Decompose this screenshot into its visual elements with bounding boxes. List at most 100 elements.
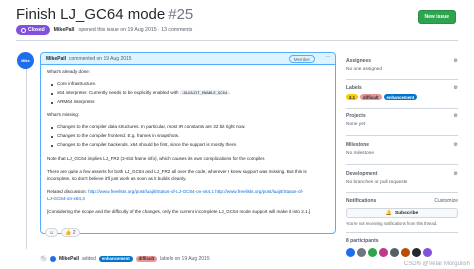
- avatar[interactable]: Mike: [17, 52, 34, 69]
- timeline-line: [26, 64, 27, 249]
- participants-section: 8 participants: [346, 238, 458, 257]
- header-divider: [16, 40, 458, 41]
- labels-section[interactable]: Labels ⚙ 2.1 difficult enhancement: [346, 85, 458, 100]
- comment-body: What's already done: Core infrastructure…: [41, 65, 335, 214]
- event-author-link[interactable]: MikePall: [59, 256, 79, 262]
- milestone-heading: Milestone: [346, 142, 370, 148]
- issue-number: #25: [168, 6, 194, 23]
- sidebar-divider: [346, 164, 458, 165]
- related-prefix: Related discussion:: [47, 189, 87, 194]
- projects-heading-row: Projects ⚙: [346, 113, 458, 119]
- bullet-icon: [51, 102, 53, 104]
- milestone-section[interactable]: Milestone ⚙ No milestone: [346, 142, 458, 156]
- reactions-bar: ☺ 👍 2: [45, 228, 80, 237]
- tag-icon: 🏷: [40, 255, 47, 262]
- assignees-value: No one assigned: [346, 67, 383, 72]
- gear-icon[interactable]: ⚙: [454, 85, 458, 91]
- event-added: added: [82, 255, 96, 262]
- assignees-section[interactable]: Assignees ⚙ No one assigned: [346, 58, 458, 72]
- closed-state-icon: [21, 27, 26, 33]
- gear-icon[interactable]: ⚙: [454, 142, 458, 148]
- status-badge-label: Closed: [28, 27, 45, 33]
- missing-item-2: Changes to the compiler frontend. E.g. f…: [57, 133, 180, 138]
- participant-avatar[interactable]: [346, 248, 355, 257]
- missing-item-1: Changes to the compiler data structures.…: [57, 124, 246, 129]
- bell-icon: 🔔: [385, 210, 393, 216]
- bullet-icon: [51, 84, 53, 86]
- asserts-paragraph-line-2: incomplete, so don't believe it'll just …: [47, 176, 187, 181]
- sidebar-labels: 2.1 difficult enhancement: [346, 94, 458, 100]
- thumbs-up-reaction[interactable]: 👍 2: [61, 228, 80, 237]
- missing-heading: What's missing:: [47, 112, 80, 117]
- subscribe-button[interactable]: 🔔 Subscribe: [346, 208, 458, 218]
- gear-icon[interactable]: ⚙: [454, 171, 458, 177]
- bullet-icon: [51, 93, 53, 95]
- related-link-2-cont[interactable]: LJ-GC64-on-x64,3: [47, 196, 85, 202]
- event-suffix: labels on 19 Aug 2015: [160, 255, 210, 262]
- issue-comment: MikePall commented on 19 Aug 2015 Member…: [40, 52, 336, 234]
- issue-meta-text: opened this issue on 19 Aug 2015 · 13 co…: [78, 27, 193, 33]
- csdn-watermark: CSDN @Velar Morgulish: [403, 261, 470, 267]
- issue-meta: Closed MikePall opened this issue on 19 …: [16, 25, 192, 35]
- participant-avatar[interactable]: [401, 248, 410, 257]
- new-issue-button[interactable]: New issue: [417, 10, 456, 24]
- sidebar-label-difficult[interactable]: difficult: [359, 94, 382, 100]
- sidebar-divider: [346, 135, 458, 136]
- development-heading-row: Development ⚙: [346, 171, 458, 177]
- related-link-2[interactable]: http://www.freelists.org/post/luajit/Sta…: [215, 189, 303, 194]
- bullet-icon: [51, 127, 53, 129]
- label-event: 🏷 MikePall added enhancement difficult l…: [40, 254, 210, 263]
- participant-avatar[interactable]: [423, 248, 432, 257]
- status-badge: Closed: [16, 25, 50, 35]
- label-enhancement[interactable]: enhancement: [98, 255, 133, 262]
- participant-avatar[interactable]: [357, 248, 366, 257]
- gear-icon[interactable]: ⚙: [454, 113, 458, 119]
- issue-author-link[interactable]: MikePall: [54, 27, 75, 33]
- done-heading: What's already done:: [47, 69, 91, 74]
- comment-timestamp[interactable]: commented on 19 Aug 2015: [69, 56, 132, 62]
- comment-header: MikePall commented on 19 Aug 2015 Member…: [41, 53, 335, 65]
- milestone-value: No milestone: [346, 151, 374, 156]
- sidebar-label-21[interactable]: 2.1: [346, 94, 358, 100]
- sidebar-divider: [346, 192, 458, 193]
- done-item-3: ARM64 interpreter.: [57, 99, 96, 104]
- issue-title-text: Finish LJ_GC64 mode: [16, 6, 166, 23]
- done-item-1: Core infrastructure.: [57, 81, 97, 86]
- labels-heading-row: Labels ⚙: [346, 85, 458, 91]
- projects-heading: Projects: [346, 113, 366, 119]
- subscribe-label: Subscribe: [395, 210, 419, 216]
- done-item-2-end: .: [228, 90, 230, 95]
- event-avatar[interactable]: [50, 255, 56, 262]
- bullet-icon: [51, 145, 53, 147]
- participants-avatars: [346, 248, 458, 257]
- gear-icon[interactable]: ⚙: [454, 58, 458, 64]
- add-reaction-icon[interactable]: ☺: [45, 228, 59, 237]
- comment-author-link[interactable]: MikePall: [46, 56, 66, 62]
- done-item-2-text: x64 interpreter. Currently needs to be e…: [57, 90, 179, 95]
- asserts-paragraph-line-1: There are quite a few asserts for both L…: [47, 169, 307, 174]
- sidebar-divider: [346, 79, 458, 80]
- participant-avatar[interactable]: [412, 248, 421, 257]
- development-section[interactable]: Development ⚙ No branches or pull request…: [346, 171, 458, 185]
- participant-avatar[interactable]: [379, 248, 388, 257]
- related-link-1[interactable]: http://www.freelists.org/post/luajit/Sta…: [88, 189, 214, 194]
- projects-section[interactable]: Projects ⚙ None yet: [346, 113, 458, 127]
- participant-avatar[interactable]: [368, 248, 377, 257]
- development-value: No branches or pull requests: [346, 180, 408, 185]
- note-paragraph: Note that LJ_GC64 implies LJ_FR2 (2-slot…: [47, 156, 266, 161]
- sidebar-divider: [346, 232, 458, 233]
- label-difficult[interactable]: difficult: [135, 255, 158, 262]
- gc64-flag-code: -DLUAJIT_ENABLE_GC64: [179, 90, 229, 95]
- milestone-heading-row: Milestone ⚙: [346, 142, 458, 148]
- sidebar-divider: [346, 108, 458, 109]
- notifications-heading-row: Notifications Customize: [346, 198, 458, 204]
- participant-avatar[interactable]: [390, 248, 399, 257]
- customize-link[interactable]: Customize: [434, 198, 458, 204]
- issue-title: Finish LJ_GC64 mode #25: [16, 6, 193, 23]
- projects-value: None yet: [346, 122, 366, 127]
- notifications-section: Notifications Customize 🔔 Subscribe You're…: [346, 198, 458, 226]
- assignees-heading: Assignees: [346, 58, 372, 64]
- kebab-menu-icon[interactable]: ···: [326, 54, 331, 60]
- missing-item-3: Changes to the compiler backends. x64 sh…: [57, 142, 238, 147]
- sidebar-label-enhancement[interactable]: enhancement: [383, 94, 418, 100]
